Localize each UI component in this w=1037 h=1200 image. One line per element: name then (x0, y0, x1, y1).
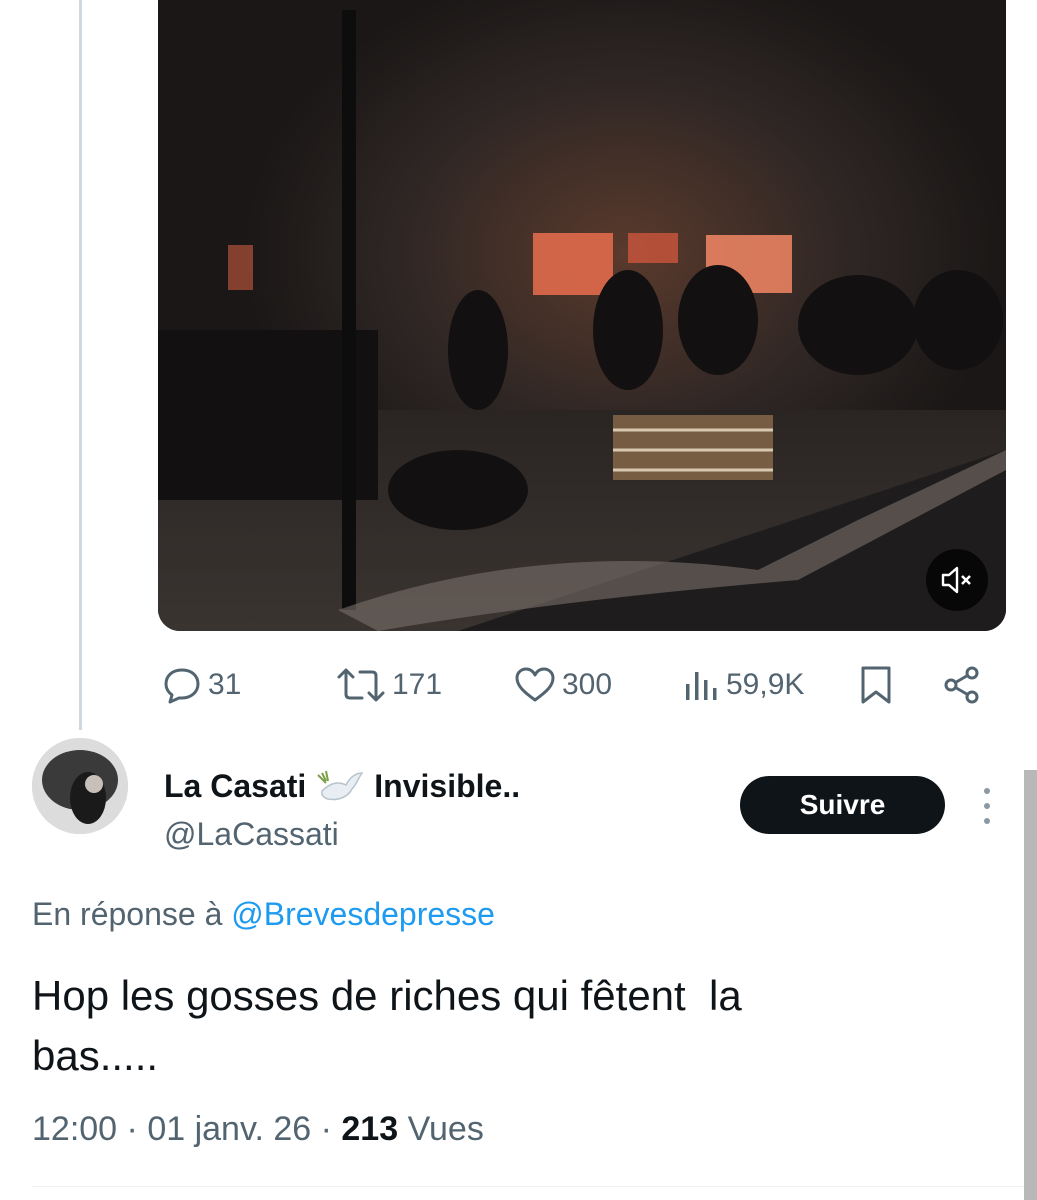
display-name-suffix: Invisible.. (374, 768, 521, 804)
post-actions: 31 171 300 59,9K (0, 660, 1037, 710)
display-name: La Casati (164, 768, 307, 804)
like-button[interactable]: 300 (514, 660, 612, 710)
user-handle[interactable]: @LaCassati (164, 816, 339, 853)
scrollbar[interactable] (1024, 770, 1037, 1200)
divider (32, 1186, 1024, 1187)
views-count: 59,9K (726, 668, 805, 701)
more-vertical-icon[interactable] (978, 784, 996, 828)
bookmark-button[interactable] (858, 660, 894, 710)
analytics-icon (686, 672, 717, 700)
post-date[interactable]: 01 janv. 26 (147, 1110, 311, 1148)
meta-separator-2: · (320, 1110, 332, 1148)
like-count: 300 (562, 668, 613, 701)
reply-mention-link[interactable]: @Brevesdepresse (231, 896, 495, 932)
video-frame (158, 0, 1006, 631)
avatar-image (32, 738, 128, 834)
thread-line (79, 0, 82, 730)
reply-button[interactable]: 31 (162, 660, 241, 710)
post-time[interactable]: 12:00 (32, 1110, 117, 1148)
reply-prefix: En réponse à (32, 896, 223, 932)
repost-count: 171 (392, 668, 443, 701)
follow-button[interactable]: Suivre (740, 776, 945, 834)
reply-context: En réponse à @Brevesdepresse (32, 896, 495, 933)
repost-icon (337, 668, 385, 702)
dove-emoji-icon (316, 769, 364, 805)
views-label: Vues (407, 1110, 484, 1148)
heart-icon (515, 667, 555, 702)
muted-speaker-icon (941, 566, 971, 594)
bookmark-icon (861, 666, 891, 704)
views-number: 213 (341, 1110, 399, 1148)
meta-separator: · (126, 1110, 138, 1148)
display-name-row[interactable]: La Casati Invisible.. (164, 768, 520, 805)
share-icon (944, 666, 979, 704)
avatar[interactable] (32, 738, 128, 834)
reply-text: Hop les gosses de riches qui fêtent la b… (32, 972, 742, 1079)
views-button[interactable]: 59,9K (682, 660, 804, 710)
reply-meta: 12:00 · 01 janv. 26 · 213 Vues (32, 1110, 484, 1149)
repost-button[interactable]: 171 (336, 660, 442, 710)
video-player[interactable] (158, 0, 1006, 631)
share-button[interactable] (942, 660, 982, 710)
mute-button[interactable] (926, 549, 988, 611)
reply-icon (164, 668, 200, 704)
reply-count: 31 (208, 668, 242, 701)
